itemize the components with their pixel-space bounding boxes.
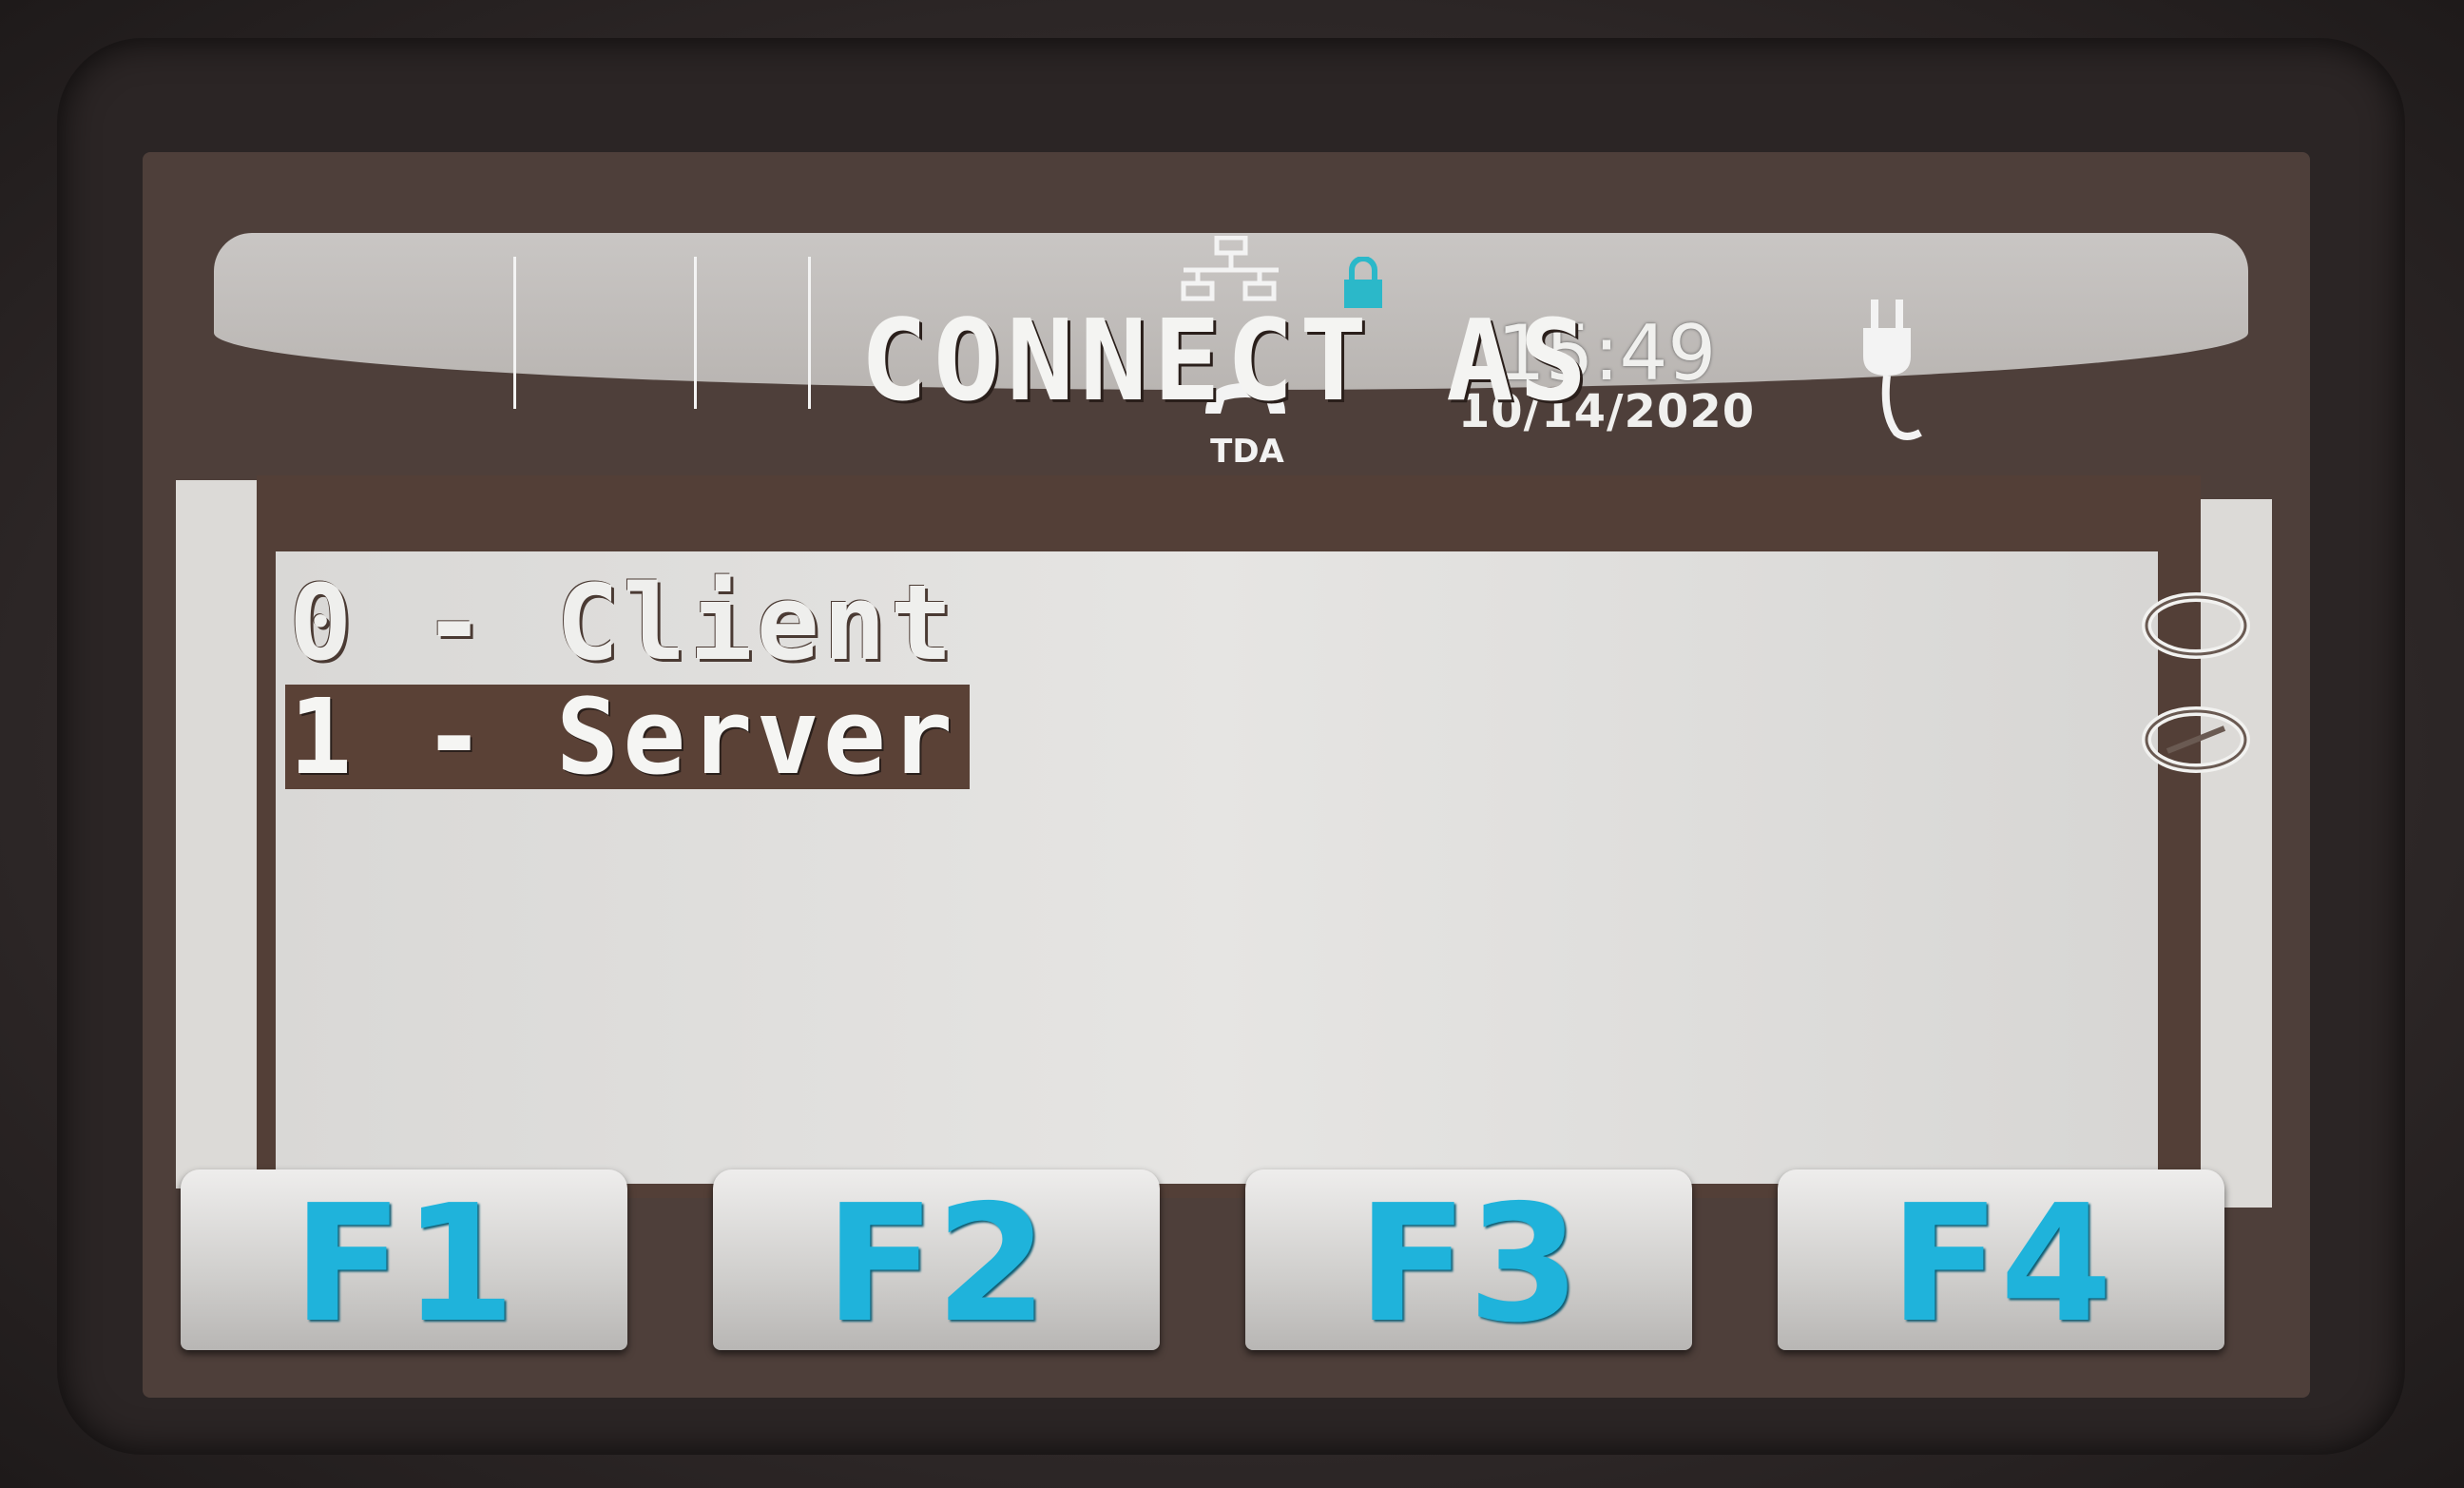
radio-unchecked-icon[interactable]: [2139, 588, 2253, 664]
f1-key[interactable]: F1: [181, 1169, 627, 1359]
line-label: TDA: [1210, 433, 1284, 471]
dialog-title: CONNECT AS: [859, 295, 1593, 426]
option-client[interactable]: 0 - Client: [276, 562, 2250, 684]
option-server[interactable]: 1 - Server: [276, 685, 2250, 789]
option-list: 0 - Client 1 - Server: [276, 551, 2250, 1184]
side-panel: [176, 480, 266, 1188]
f4-key[interactable]: F4: [1778, 1169, 2224, 1359]
radio-checked-icon[interactable]: [2139, 702, 2253, 778]
f1-key-label: F1: [292, 1170, 516, 1359]
f3-key-label: F3: [1357, 1170, 1581, 1359]
f4-key-label: F4: [1889, 1170, 2113, 1359]
f3-key[interactable]: F3: [1245, 1169, 1692, 1359]
option-label: 1 - Server: [285, 685, 971, 789]
f2-key[interactable]: F2: [713, 1169, 1160, 1359]
option-label: 0 - Client: [289, 562, 957, 684]
f2-key-label: F2: [824, 1170, 1049, 1359]
lcd-screen: TDA 15:49 10/14/2020 CONNECT AS 0 - Clie…: [143, 152, 2310, 1398]
